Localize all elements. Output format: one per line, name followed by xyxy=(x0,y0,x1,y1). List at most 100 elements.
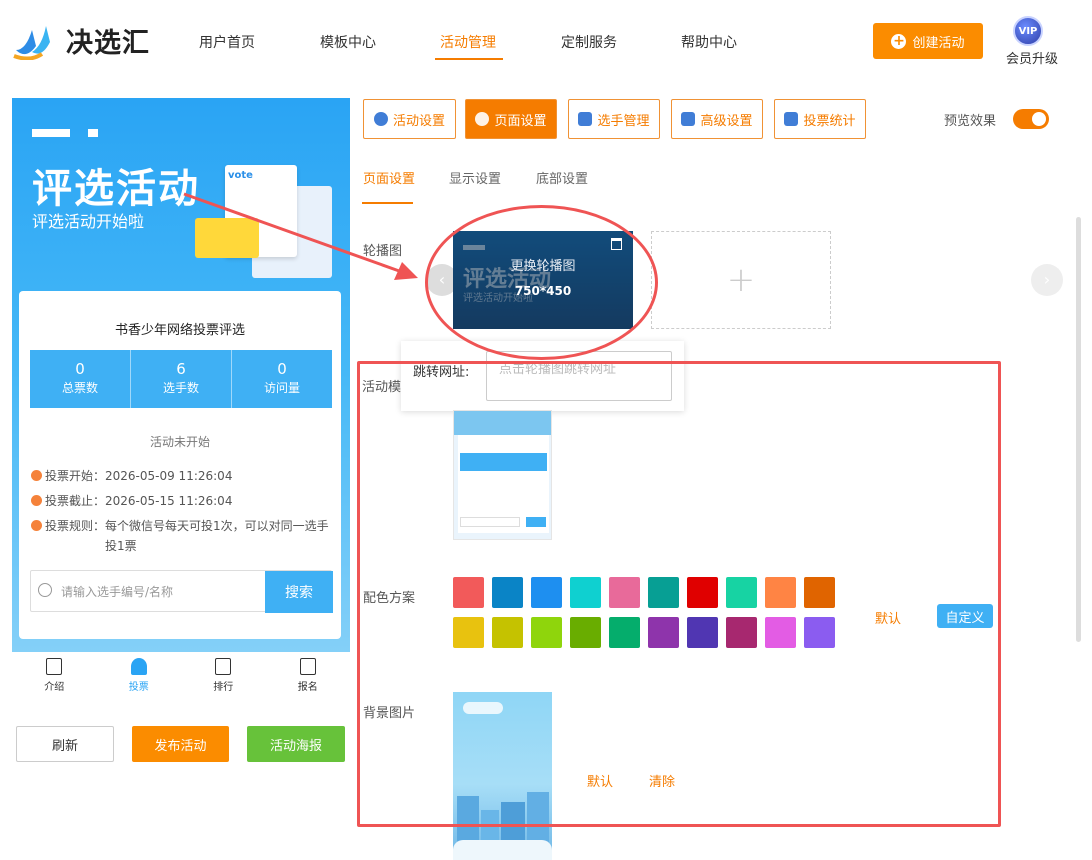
vote-end-row: 投票截止：2026-05-15 11:26:04 xyxy=(31,491,232,511)
color-swatch[interactable] xyxy=(609,577,640,608)
thumb-search-button xyxy=(526,517,546,527)
search-input[interactable]: 请输入选手编号/名称 xyxy=(61,583,173,600)
tab-label: 投票 xyxy=(128,682,149,693)
vote-start-text: 投票开始：2026-05-09 11:26:04 xyxy=(45,469,233,483)
nav-custom-service[interactable]: 定制服务 xyxy=(561,32,617,52)
add-carousel-button[interactable]: + xyxy=(651,231,831,329)
color-swatches xyxy=(453,577,843,648)
carousel-next-arrow-icon[interactable]: › xyxy=(1031,264,1063,296)
subtab-display-settings[interactable]: 显示设置 xyxy=(449,168,501,187)
preview-toggle[interactable] xyxy=(1013,109,1049,129)
nav-activity-management[interactable]: 活动管理 xyxy=(440,32,496,52)
color-swatch[interactable] xyxy=(453,577,484,608)
color-swatch[interactable] xyxy=(726,617,757,648)
tool-advanced-settings[interactable]: 高级设置 xyxy=(671,99,763,139)
tool-label: 选手管理 xyxy=(597,113,650,129)
color-swatch[interactable] xyxy=(687,617,718,648)
subtab-page-settings[interactable]: 页面设置 xyxy=(363,168,415,187)
tab-intro[interactable]: 介绍 xyxy=(12,652,97,702)
color-swatch[interactable] xyxy=(648,617,679,648)
tab-ranking[interactable]: 排行 xyxy=(181,652,266,702)
nav-templates[interactable]: 模板中心 xyxy=(320,32,376,52)
change-carousel-link[interactable]: 更换轮播图 xyxy=(453,255,633,274)
logo-icon xyxy=(13,26,50,60)
color-swatch[interactable] xyxy=(570,617,601,648)
vip-upgrade-link[interactable]: 会员升级 xyxy=(1006,48,1058,67)
nav-home[interactable]: 用户首页 xyxy=(199,32,255,52)
search-button[interactable]: 搜索 xyxy=(265,571,333,613)
vote-end-text: 投票截止：2026-05-15 11:26:04 xyxy=(45,494,233,508)
vip-badge-icon[interactable]: VIP xyxy=(1013,16,1043,46)
stat-label: 总票数 xyxy=(61,381,98,395)
publish-activity-button[interactable]: 发布活动 xyxy=(132,726,229,762)
banner-subtitle: 评选活动开始啦 xyxy=(32,212,145,231)
contestant-search: 请输入选手编号/名称 搜索 xyxy=(30,570,333,613)
phone-preview: 评选活动 评选活动开始啦 vote 书香少年网络投票评选 0 总票数 6 选手数… xyxy=(12,98,350,702)
vote-rule-line: 投票规则：每个微信号每天可投1次，可以对同一选手 xyxy=(45,519,329,533)
stat-total-votes: 0 总票数 xyxy=(30,350,131,408)
color-swatch[interactable] xyxy=(453,617,484,648)
background-label: 背景图片 xyxy=(363,706,416,721)
nav-help-center[interactable]: 帮助中心 xyxy=(681,32,737,52)
tab-label: 排行 xyxy=(213,682,234,693)
create-activity-button[interactable]: + 创建活动 xyxy=(873,23,983,59)
template-thumbnail[interactable] xyxy=(453,410,552,540)
cloud-decoration xyxy=(463,702,503,714)
banner-decoration xyxy=(32,129,70,137)
banner-title: 评选活动 xyxy=(32,166,200,212)
color-swatch[interactable] xyxy=(492,617,523,648)
stat-value: 6 xyxy=(176,360,186,378)
carousel-size: 750*450 xyxy=(514,284,572,298)
toggle-knob xyxy=(1032,112,1046,126)
color-swatch[interactable] xyxy=(648,577,679,608)
color-swatch[interactable] xyxy=(609,617,640,648)
vote-rule-line: 投1票 xyxy=(105,539,137,553)
stat-label: 选手数 xyxy=(162,381,199,395)
activity-poster-button[interactable]: 活动海报 xyxy=(247,726,345,762)
trash-icon[interactable] xyxy=(611,238,622,250)
tool-activity-settings[interactable]: 活动设置 xyxy=(363,99,456,139)
color-swatch[interactable] xyxy=(804,617,835,648)
stat-contestants: 6 选手数 xyxy=(131,350,232,408)
tool-contestant-management[interactable]: 选手管理 xyxy=(568,99,660,139)
brand-logo[interactable]: 决选汇 xyxy=(12,20,150,60)
background-image-thumbnail[interactable] xyxy=(453,692,552,860)
color-swatch[interactable] xyxy=(804,577,835,608)
stat-value: 0 xyxy=(277,360,287,378)
color-swatch[interactable] xyxy=(531,577,562,608)
scrollbar[interactable] xyxy=(1076,217,1081,642)
bar-chart-icon xyxy=(784,112,799,126)
thumb-search xyxy=(460,517,520,527)
plus-icon: + xyxy=(726,260,756,300)
user-icon xyxy=(130,658,147,675)
sliders-icon xyxy=(681,112,696,126)
top-header: 决选汇 用户首页 模板中心 活动管理 定制服务 帮助中心 + 创建活动 VIP … xyxy=(0,0,1092,84)
tab-vote[interactable]: 投票 xyxy=(97,652,182,702)
background-default-link[interactable]: 默认 xyxy=(587,771,613,790)
refresh-button[interactable]: 刷新 xyxy=(16,726,114,762)
color-swatch[interactable] xyxy=(765,577,796,608)
preview-label: 预览效果 xyxy=(944,114,997,129)
jump-url-input[interactable]: 点击轮播图跳转网址 xyxy=(486,351,672,401)
color-swatch[interactable] xyxy=(726,577,757,608)
signup-icon xyxy=(299,658,316,675)
subtab-footer-settings[interactable]: 底部设置 xyxy=(536,168,588,187)
activity-title: 书香少年网络投票评选 xyxy=(114,323,245,338)
tool-page-settings[interactable]: 页面设置 xyxy=(465,99,557,139)
color-swatch[interactable] xyxy=(531,617,562,648)
color-swatch[interactable] xyxy=(687,577,718,608)
color-custom-button[interactable]: 自定义 xyxy=(937,604,993,628)
info-icon xyxy=(31,520,42,531)
activity-info-card: 书香少年网络投票评选 0 总票数 6 选手数 0 访问量 活动未开始 投票开始：… xyxy=(19,291,341,639)
activity-status: 活动未开始 xyxy=(149,435,210,449)
color-default-link[interactable]: 默认 xyxy=(875,608,901,627)
color-swatch[interactable] xyxy=(570,577,601,608)
color-swatch[interactable] xyxy=(492,577,523,608)
color-swatch[interactable] xyxy=(765,617,796,648)
tab-signup[interactable]: 报名 xyxy=(266,652,351,702)
plus-circle-icon: + xyxy=(891,32,907,49)
background-clear-link[interactable]: 清除 xyxy=(649,771,675,790)
carousel-image[interactable]: 评选活动 评选活动开始啦 更换轮播图 750*450 xyxy=(453,231,633,329)
tool-vote-statistics[interactable]: 投票统计 xyxy=(774,99,866,139)
nav-active-indicator xyxy=(435,58,503,60)
